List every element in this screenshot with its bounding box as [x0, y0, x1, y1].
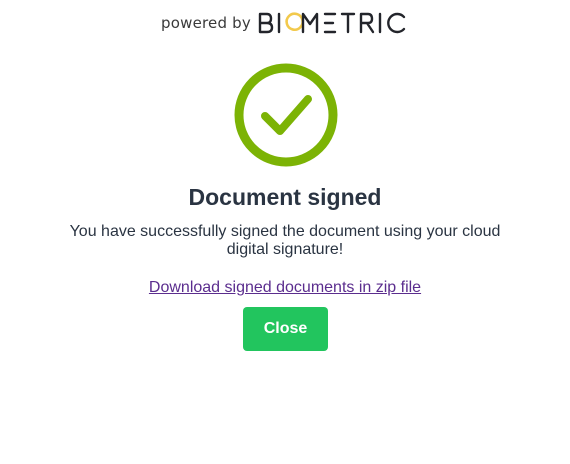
- signing-result-page: powered by Document signed You have succ…: [0, 0, 570, 464]
- close-button[interactable]: Close: [243, 307, 328, 351]
- checkmark-circle-icon: [234, 63, 338, 167]
- download-zip-link[interactable]: Download signed documents in zip file: [0, 279, 570, 297]
- powered-by-text: powered by: [161, 14, 251, 32]
- page-title: Document signed: [188, 184, 382, 210]
- biometric-logo: [258, 12, 406, 34]
- powered-by-banner: powered by: [0, 10, 570, 36]
- success-message: You have successfully signed the documen…: [69, 223, 501, 258]
